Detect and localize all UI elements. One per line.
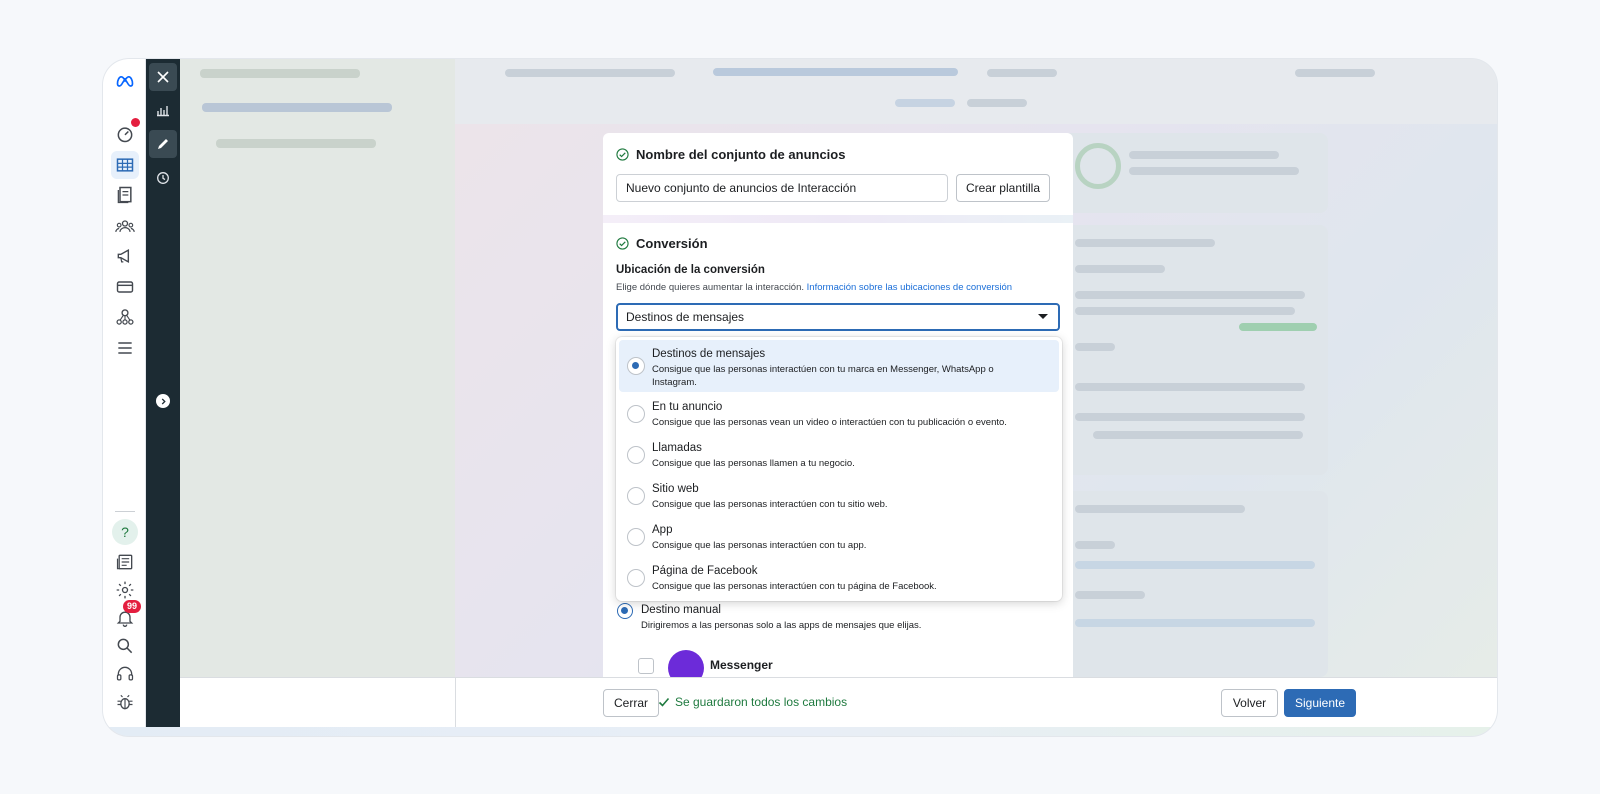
dropdown-option[interactable]: Sitio web Consigue que las personas inte… — [619, 474, 1059, 515]
close-icon[interactable] — [149, 63, 177, 91]
campaign-tree-panel — [180, 59, 455, 677]
meta-logo-icon[interactable] — [111, 67, 139, 95]
section-heading: Conversión — [636, 236, 708, 251]
checkmark-icon — [658, 697, 670, 707]
conversion-location-dropdown: Destinos de mensajes Consigue que las pe… — [616, 337, 1062, 601]
dropdown-option[interactable]: App Consigue que las personas interactúe… — [619, 515, 1059, 556]
left-navigation-rail: ? 99 — [103, 59, 146, 727]
conversion-section-title: Conversión — [616, 236, 708, 251]
select-value: Destinos de mensajes — [626, 310, 745, 324]
check-circle-icon — [616, 148, 629, 161]
bell-icon[interactable]: 99 — [111, 600, 142, 632]
dropdown-option[interactable]: Llamadas Consigue que las personas llame… — [619, 433, 1059, 474]
headset-icon[interactable] — [111, 660, 139, 688]
rail-divider — [115, 511, 135, 512]
editor-tool-strip — [146, 59, 180, 727]
audiences-icon[interactable] — [111, 212, 139, 240]
option-desc: Consigue que las personas llamen a tu ne… — [652, 458, 855, 469]
option-desc: Consigue que las personas vean un video … — [652, 417, 1007, 428]
option-title: Sitio web — [652, 483, 699, 495]
manual-destination-desc: Dirigiremos a las personas solo a las ap… — [641, 620, 922, 631]
app-window: ? 99 Nombre del conjunto de anuncios Nue… — [103, 59, 1497, 736]
billing-icon[interactable] — [111, 273, 139, 301]
check-circle-icon — [616, 237, 629, 250]
option-title: App — [652, 524, 673, 536]
dropdown-option[interactable]: Página de Facebook Consigue que las pers… — [619, 556, 1059, 597]
help-icon[interactable]: ? — [111, 518, 139, 546]
dashboard-alert-dot — [131, 118, 140, 127]
section-heading: Nombre del conjunto de anuncios — [636, 147, 846, 162]
conversion-location-label: Ubicación de la conversión — [616, 264, 765, 276]
bottombar-divider — [455, 678, 456, 728]
blurred-card — [1063, 225, 1328, 475]
table-icon[interactable] — [111, 151, 139, 179]
option-title: En tu anuncio — [652, 401, 723, 413]
save-status: Se guardaron todos los cambios — [658, 695, 847, 709]
option-radio[interactable] — [627, 487, 645, 505]
helper-text: Elige dónde quieres aumentar la interacc… — [616, 282, 805, 293]
messenger-label: Messenger — [710, 658, 773, 672]
notifications-badge: 99 — [123, 600, 142, 613]
next-button[interactable]: Siguiente — [1284, 689, 1356, 717]
back-button[interactable]: Volver — [1221, 689, 1278, 717]
dropdown-option[interactable]: Destinos de mensajes Consigue que las pe… — [619, 340, 1059, 392]
blurred-card — [1063, 133, 1328, 213]
option-title: Llamadas — [652, 442, 702, 454]
create-template-button[interactable]: Crear plantilla — [956, 174, 1050, 202]
catalog-icon[interactable] — [111, 181, 139, 209]
window-bottom-edge — [103, 727, 1497, 736]
manual-destination-radio[interactable] — [617, 603, 633, 619]
conversion-locations-link[interactable]: Información sobre las ubicaciones de con… — [807, 282, 1012, 293]
business-icon[interactable] — [111, 303, 139, 331]
option-desc: Consigue que las personas interactúen co… — [652, 499, 888, 510]
editor-header — [455, 59, 1497, 124]
option-radio[interactable] — [627, 446, 645, 464]
messenger-logo-icon — [668, 650, 704, 677]
menu-icon[interactable] — [111, 334, 139, 362]
bug-icon[interactable] — [111, 688, 139, 716]
option-desc: Consigue que las personas interactúen co… — [652, 540, 867, 551]
conversion-location-select[interactable]: Destinos de mensajes — [616, 303, 1060, 331]
manual-destination-title: Destino manual — [641, 604, 721, 616]
adset-name-input[interactable]: Nuevo conjunto de anuncios de Interacció… — [616, 174, 948, 202]
section-divider — [603, 215, 1073, 223]
megaphone-icon[interactable] — [111, 242, 139, 270]
expand-chevron-icon[interactable] — [149, 387, 177, 415]
messenger-checkbox[interactable] — [638, 658, 654, 674]
caret-down-icon — [1038, 314, 1048, 319]
adset-name-section-title: Nombre del conjunto de anuncios — [616, 147, 845, 162]
history-icon[interactable] — [149, 164, 177, 192]
option-radio[interactable] — [627, 569, 645, 587]
reports-icon[interactable] — [149, 96, 177, 124]
news-icon[interactable] — [111, 548, 139, 576]
option-title: Destinos de mensajes — [652, 348, 766, 360]
dropdown-option[interactable]: En tu anuncio Consigue que las personas … — [619, 392, 1059, 433]
blurred-card — [1063, 491, 1328, 677]
close-button[interactable]: Cerrar — [603, 689, 659, 717]
bottom-action-bar: Cerrar Se guardaron todos los cambios Vo… — [180, 677, 1497, 728]
save-status-text: Se guardaron todos los cambios — [675, 695, 848, 709]
search-icon[interactable] — [111, 632, 139, 660]
conversion-helper-text: Elige dónde quieres aumentar la interacc… — [616, 282, 1012, 293]
option-desc: Consigue que las personas interactúen co… — [652, 364, 994, 388]
option-title: Página de Facebook — [652, 565, 758, 577]
option-desc: Consigue que las personas interactúen co… — [652, 581, 937, 592]
option-radio[interactable] — [627, 357, 645, 375]
edit-icon[interactable] — [149, 130, 177, 158]
dashboard-icon[interactable] — [111, 118, 140, 148]
option-radio[interactable] — [627, 528, 645, 546]
option-radio[interactable] — [627, 405, 645, 423]
